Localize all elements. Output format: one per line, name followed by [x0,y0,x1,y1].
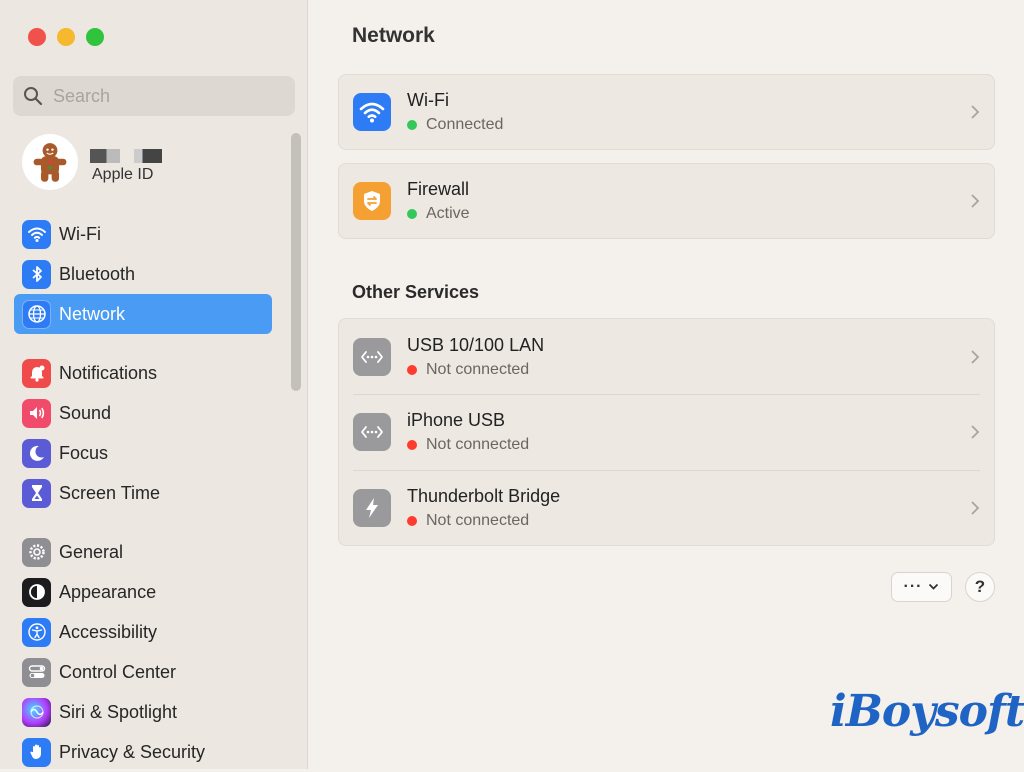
appearance-icon [22,577,51,607]
siri-icon [22,697,51,727]
chevron-right-icon [971,194,980,208]
sidebar-item-label: Accessibility [59,621,158,642]
close-button[interactable] [28,28,46,46]
status-dot-green [407,120,417,130]
sidebar-item-label: Control Center [59,661,177,682]
speaker-icon [22,398,51,428]
service-status: Not connected [407,361,544,379]
sidebar-item-label: Screen Time [59,482,161,503]
chevron-right-icon [971,425,980,439]
service-name: Thunderbolt Bridge [407,485,561,506]
service-name: Wi-Fi [407,90,449,110]
service-status: Not connected [407,512,560,530]
apple-id-label: Apple ID [92,165,154,183]
gingerbread-avatar-icon [22,134,78,190]
toggles-icon [22,657,51,687]
sidebar-item-focus[interactable]: Focus [14,433,272,473]
chevron-right-icon [971,105,980,119]
service-row-thunderbolt[interactable]: Thunderbolt Bridge Not connected [339,470,994,545]
sidebar-item-label: Sound [59,402,112,423]
status-text: Not connected [426,511,530,529]
service-name: iPhone USB [407,410,506,430]
wifi-icon [22,219,51,249]
watermark-logo: iBoysoft [830,686,1024,737]
sidebar-item-label: Bluetooth [59,263,136,284]
sidebar-item-notifications[interactable]: Notifications [14,353,272,393]
help-button[interactable]: ? [965,572,995,602]
bell-icon [22,358,51,388]
sidebar-item-network[interactable]: Network [14,294,272,334]
service-row-firewall[interactable]: Firewall Active [339,164,994,238]
sidebar-item-label: Focus [59,442,109,463]
ethernet-icon [353,413,391,451]
hourglass-icon [22,478,51,508]
hand-icon [22,737,51,767]
sidebar-item-sound[interactable]: Sound [14,393,272,433]
service-name: USB 10/100 LAN [407,334,545,355]
bluetooth-icon [22,259,51,289]
search-icon [24,87,43,106]
service-row-usb-lan[interactable]: USB 10/100 LAN Not connected [339,319,994,394]
section-title-other-services: Other Services [352,282,480,302]
sidebar-scrollbar[interactable] [291,133,301,391]
main-pane: Network Wi-Fi Connected Firewall Active … [308,0,1024,769]
sidebar-item-label: Privacy & Security [59,741,206,762]
service-row-wifi[interactable]: Wi-Fi Connected [339,75,994,149]
service-status: Not connected [407,436,529,454]
service-status: Active [407,205,470,223]
window-controls [28,28,104,46]
minimize-button[interactable] [57,28,75,46]
firewall-service-card: Firewall Active [338,163,995,239]
sidebar-item-label: Appearance [59,581,157,602]
status-dot-green [407,209,417,219]
sidebar: Search Apple ID Wi-Fi Bluetooth Network … [0,0,308,769]
sidebar-item-label: Notifications [59,362,158,383]
moon-icon [22,438,51,468]
sidebar-item-control-center[interactable]: Control Center [14,652,272,692]
sidebar-item-appearance[interactable]: Appearance [14,572,272,612]
globe-icon [22,299,51,329]
zoom-button[interactable] [86,28,104,46]
chevron-right-icon [971,349,980,364]
gear-icon [22,537,51,567]
service-row-iphone-usb[interactable]: iPhone USB Not connected [339,394,994,470]
sidebar-item-label: Network [59,303,126,324]
accessibility-icon [22,617,51,647]
chevron-down-icon [929,583,939,590]
search-placeholder: Search [53,85,111,106]
sidebar-item-general[interactable]: General [14,532,272,572]
service-status: Connected [407,116,503,134]
wifi-service-card: Wi-Fi Connected [338,74,995,150]
sidebar-item-privacy-security[interactable]: Privacy & Security [14,732,272,772]
status-text: Active [426,205,470,222]
thunderbolt-icon [353,488,391,527]
status-dot-red [407,364,417,375]
ethernet-icon [353,337,391,376]
more-actions-button[interactable]: ··· [891,572,952,602]
firewall-shield-icon [353,182,391,220]
service-name: Firewall [407,179,470,199]
apple-id-account[interactable]: Apple ID [22,134,162,190]
status-text: Not connected [426,436,530,453]
status-dot-red [407,515,417,526]
search-field[interactable]: Search [13,76,295,116]
redacted-name [90,148,162,163]
sidebar-item-screen-time[interactable]: Screen Time [14,473,272,513]
status-text: Not connected [426,360,530,378]
sidebar-item-siri-spotlight[interactable]: Siri & Spotlight [14,692,272,732]
other-services-card: USB 10/100 LAN Not connected iPhone USB [338,318,995,546]
sidebar-item-label: Siri & Spotlight [59,701,178,722]
sidebar-item-label: General [59,541,124,562]
status-dot-red [407,440,417,450]
page-title: Network [352,24,435,47]
more-actions-label: ··· [903,578,923,595]
chevron-right-icon [971,500,980,515]
settings-window: Search Apple ID Wi-Fi Bluetooth Network … [0,0,1024,769]
sidebar-item-wifi[interactable]: Wi-Fi [14,214,272,254]
status-text: Connected [426,116,504,133]
sidebar-item-accessibility[interactable]: Accessibility [14,612,272,652]
sidebar-item-bluetooth[interactable]: Bluetooth [14,254,272,294]
sidebar-item-label: Wi-Fi [59,223,101,244]
wifi-icon [353,93,391,131]
